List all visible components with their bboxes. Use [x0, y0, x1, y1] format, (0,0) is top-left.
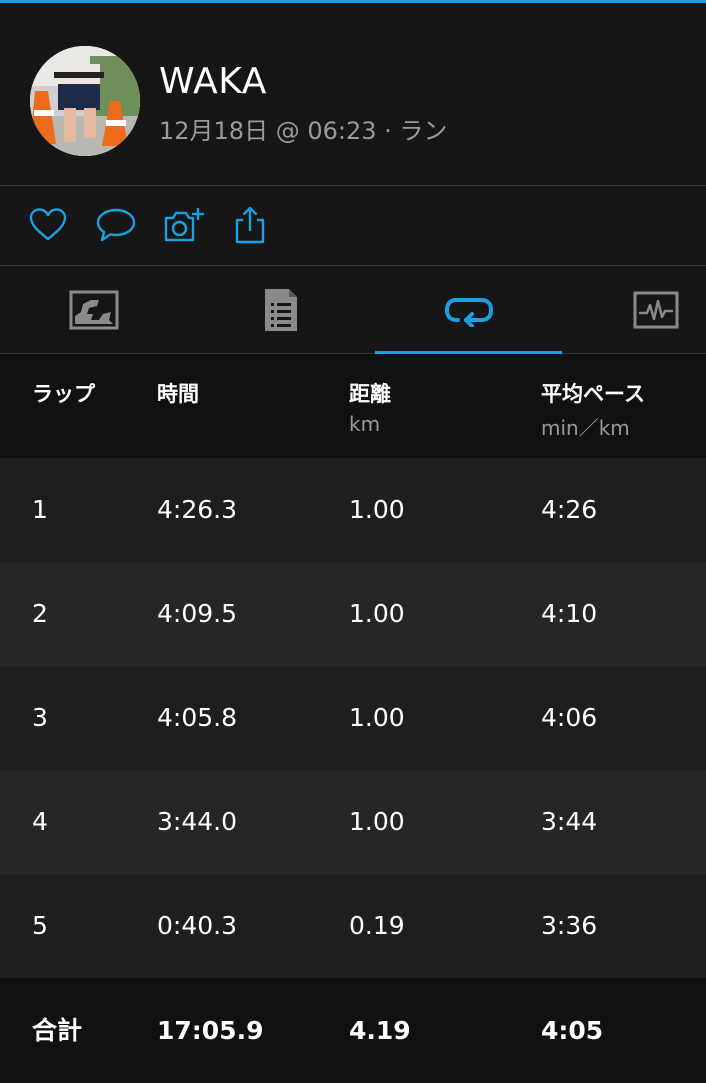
- add-photo-button[interactable]: [162, 204, 206, 248]
- header-distance-unit: km: [349, 412, 381, 436]
- action-bar: [0, 186, 706, 265]
- header-distance-label: 距離: [349, 382, 391, 406]
- lap-time: 3:44.0: [157, 807, 237, 836]
- table-row: 4 3:44.0 1.00 3:44: [0, 770, 706, 874]
- heart-icon: [29, 208, 67, 241]
- lap-pace: 4:26: [541, 495, 598, 524]
- header-pace-unit: min／km: [541, 416, 630, 440]
- lap-distance: 1.00: [349, 703, 405, 732]
- table-row: 5 0:40.3 0.19 3:36: [0, 874, 706, 978]
- total-pace: 4:05: [541, 1016, 604, 1045]
- lap-number: 3: [32, 703, 48, 732]
- tab-laps[interactable]: [375, 266, 562, 353]
- like-button[interactable]: [26, 204, 70, 248]
- tab-summary[interactable]: [187, 266, 374, 353]
- graph-icon: [633, 291, 678, 328]
- lap-time: 4:05.8: [157, 703, 237, 732]
- tab-map[interactable]: [0, 266, 187, 353]
- header-distance: 距離 km: [349, 378, 391, 436]
- lap-time: 0:40.3: [157, 911, 237, 940]
- activity-date-type: 12月18日 @ 06:23 · ラン: [159, 117, 448, 145]
- summary-icon: [264, 288, 297, 331]
- avatar[interactable]: [30, 46, 140, 156]
- map-icon: [69, 290, 118, 329]
- total-time: 17:05.9: [157, 1016, 264, 1045]
- laps-table-header: ラップ 時間 距離 km 平均ペース min／km: [0, 354, 706, 458]
- avatar-photo: [30, 46, 140, 156]
- share-icon: [235, 206, 265, 244]
- camera-add-icon: [164, 208, 204, 242]
- lap-pace: 4:10: [541, 599, 598, 628]
- lap-number: 4: [32, 807, 48, 836]
- lap-pace: 4:06: [541, 703, 598, 732]
- total-distance: 4.19: [349, 1016, 411, 1045]
- header-pace-label: 平均ペース: [541, 382, 645, 406]
- comment-button[interactable]: [94, 204, 138, 248]
- table-row: 2 4:09.5 1.00 4:10: [0, 562, 706, 666]
- lap-number: 2: [32, 599, 48, 628]
- lap-pace: 3:36: [541, 911, 598, 940]
- header-time: 時間: [157, 382, 199, 406]
- lap-distance: 1.00: [349, 495, 405, 524]
- lap-time: 4:09.5: [157, 599, 237, 628]
- lap-distance: 1.00: [349, 807, 405, 836]
- activity-tabs: [0, 266, 706, 353]
- lap-distance: 1.00: [349, 599, 405, 628]
- share-button[interactable]: [228, 204, 272, 248]
- table-row: 3 4:05.8 1.00 4:06: [0, 666, 706, 770]
- lap-time: 4:26.3: [157, 495, 237, 524]
- lap-number: 5: [32, 911, 48, 940]
- lap-number: 1: [32, 495, 48, 524]
- lap-pace: 3:44: [541, 807, 598, 836]
- tab-graph[interactable]: [562, 266, 706, 353]
- activity-header: WAKA 12月18日 @ 06:23 · ラン: [0, 3, 706, 185]
- total-label: 合計: [32, 1016, 83, 1045]
- table-row: 1 4:26.3 1.00 4:26: [0, 458, 706, 562]
- lap-distance: 0.19: [349, 911, 405, 940]
- user-name[interactable]: WAKA: [159, 61, 267, 102]
- header-pace: 平均ペース min／km: [541, 378, 645, 441]
- header-lap: ラップ: [32, 382, 95, 406]
- comment-icon: [96, 208, 136, 242]
- laps-icon: [444, 297, 493, 327]
- total-row: 合計 17:05.9 4.19 4:05: [0, 978, 706, 1083]
